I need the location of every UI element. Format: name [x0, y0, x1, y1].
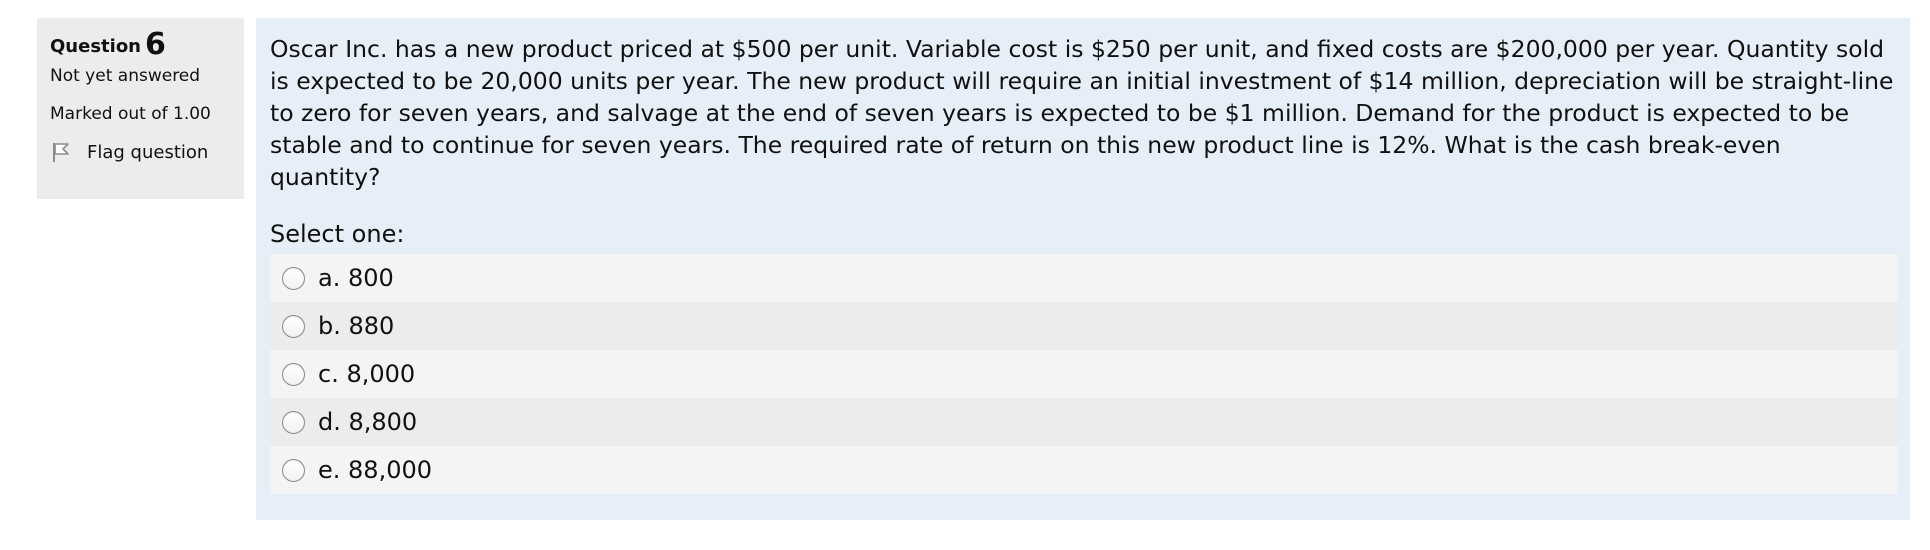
flag-icon — [53, 143, 69, 162]
question-state: Not yet answered — [50, 66, 201, 86]
answer-label-b: b. 880 — [318, 312, 395, 340]
answer-label-a: a. 800 — [318, 264, 394, 292]
question-grade: Marked out of 1.00 — [50, 104, 211, 124]
answer-option-d[interactable]: d. 8,800 — [270, 398, 1898, 446]
answer-list: a. 800 b. 880 c. 8,000 d. 8,800 e. 88,00… — [270, 254, 1898, 494]
radio-button-c[interactable] — [282, 362, 305, 386]
question-text: Oscar Inc. has a new product priced at $… — [270, 35, 1894, 191]
question-label: Question — [50, 36, 141, 57]
question-info-panel: Question 6 Not yet answered Marked out of… — [37, 18, 244, 199]
flag-question-link[interactable]: Flag question — [50, 140, 244, 164]
radio-button-d[interactable] — [282, 410, 305, 434]
answer-label-e: e. 88,000 — [318, 456, 432, 484]
radio-button-e[interactable] — [282, 458, 305, 482]
answer-label-c: c. 8,000 — [318, 360, 416, 388]
answer-option-a[interactable]: a. 800 — [270, 254, 1898, 302]
radio-button-b[interactable] — [282, 314, 305, 338]
answer-label-d: d. 8,800 — [318, 408, 418, 436]
question-number: 6 — [145, 27, 166, 62]
question-heading: Question 6 — [50, 30, 244, 64]
flag-question-label: Flag question — [87, 141, 209, 163]
radio-button-a[interactable] — [282, 266, 305, 290]
answer-option-c[interactable]: c. 8,000 — [270, 350, 1898, 398]
answer-prompt: Select one: — [270, 220, 405, 248]
question-content: Oscar Inc. has a new product priced at $… — [256, 18, 1910, 520]
answer-option-e[interactable]: e. 88,000 — [270, 446, 1898, 494]
answer-option-b[interactable]: b. 880 — [270, 302, 1898, 350]
